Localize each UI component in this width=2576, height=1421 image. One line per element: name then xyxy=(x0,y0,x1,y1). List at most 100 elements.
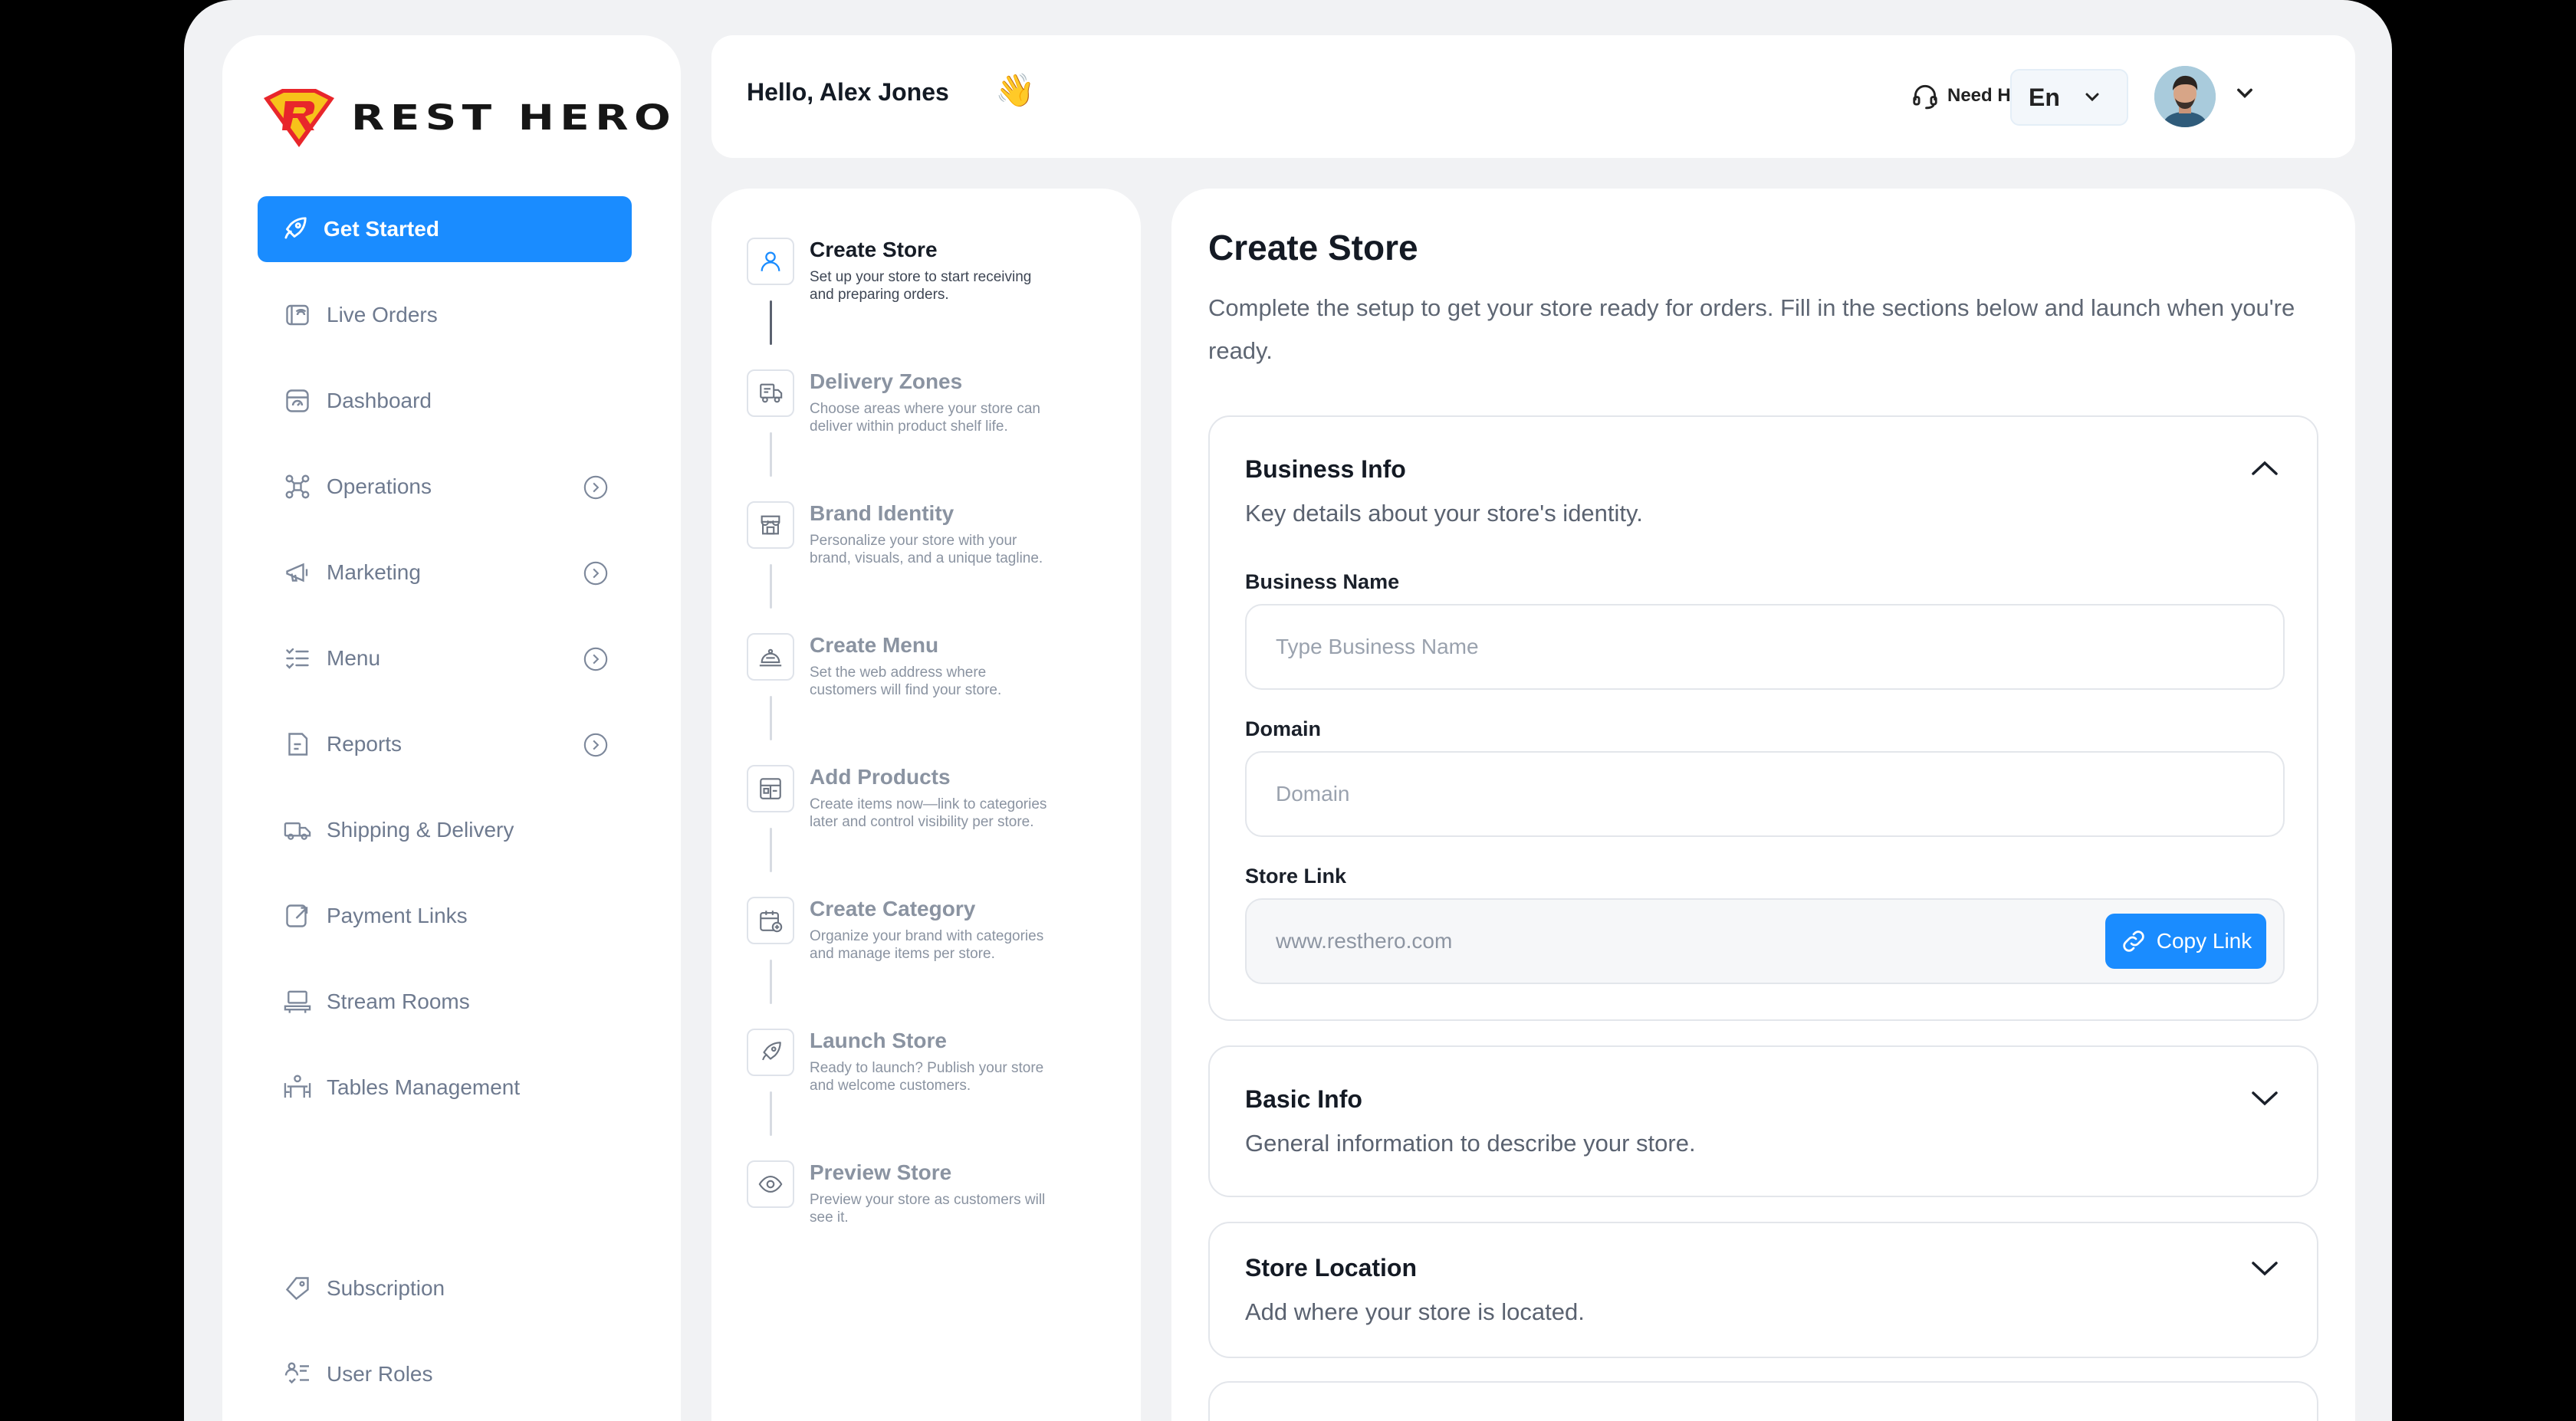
sidebar-item-operations[interactable]: Operations xyxy=(258,454,632,520)
step-connector xyxy=(770,1091,772,1136)
step-title: Create Store xyxy=(810,238,938,261)
domain-label: Domain xyxy=(1245,717,1322,740)
category-icon xyxy=(747,897,794,944)
business-name-label: Business Name xyxy=(1245,570,1400,593)
chevron-down-icon[interactable] xyxy=(2234,86,2256,101)
sidebar-item-label: Payment Links xyxy=(327,904,468,927)
truck-icon xyxy=(282,815,313,845)
step-title: Create Category xyxy=(810,897,976,921)
sidebar-item-label: User Roles xyxy=(327,1362,433,1386)
page-title: Create Store xyxy=(1208,228,1418,267)
setup-steps-panel: Create Store Set up your store to start … xyxy=(711,189,1141,1421)
language-select[interactable]: En xyxy=(2010,69,2128,126)
step-title: Launch Store xyxy=(810,1029,947,1052)
chevron-right-circle-icon[interactable] xyxy=(583,560,609,586)
chevron-right-circle-icon[interactable] xyxy=(583,732,609,758)
sidebar-item-payment-links[interactable]: Payment Links xyxy=(258,883,632,949)
live-orders-icon xyxy=(282,300,313,330)
section-subtitle: Key details about your store's identity. xyxy=(1245,500,1643,527)
step-description: Choose areas where your store can delive… xyxy=(810,401,1040,435)
sidebar-item-label: Shipping & Delivery xyxy=(327,818,514,842)
step-connector xyxy=(770,696,772,740)
page-subtitle: Complete the setup to get your store rea… xyxy=(1208,294,2295,364)
storefront-icon xyxy=(747,501,794,549)
store-link-value: www.resthero.com xyxy=(1276,929,1453,953)
copy-link-label: Copy Link xyxy=(2156,929,2252,953)
store-link-field: www.resthero.com Copy Link xyxy=(1245,898,2285,984)
user-avatar[interactable] xyxy=(2154,66,2216,127)
sidebar-item-get-started[interactable]: Get Started xyxy=(258,196,632,262)
step-connector xyxy=(770,828,772,872)
sidebar-item-label: Dashboard xyxy=(327,389,432,412)
next-section-card xyxy=(1208,1381,2318,1421)
chevron-down-icon[interactable] xyxy=(2249,1087,2280,1110)
step-connector xyxy=(770,432,772,477)
app-window: REST HERO Get Started Live Orders Dashbo… xyxy=(184,0,2392,1421)
step-description: Personalize your store with your brand, … xyxy=(810,533,1043,566)
chevron-right-circle-icon[interactable] xyxy=(583,646,609,672)
sidebar-item-stream-rooms[interactable]: Stream Rooms xyxy=(258,969,632,1035)
step-title: Brand Identity xyxy=(810,501,955,525)
sidebar-item-dashboard[interactable]: Dashboard xyxy=(258,368,632,434)
wave-emoji-icon: 👋 xyxy=(995,72,1036,108)
dashboard-icon xyxy=(282,386,313,416)
section-subtitle: General information to describe your sto… xyxy=(1245,1130,1696,1157)
business-name-input[interactable] xyxy=(1245,604,2285,690)
main-content: Create Store Complete the setup to get y… xyxy=(1171,189,2355,1421)
step-description: Preview your store as customers will see… xyxy=(810,1192,1046,1226)
step-description: Organize your brand with categories and … xyxy=(810,928,1044,962)
sidebar-item-live-orders[interactable]: Live Orders xyxy=(258,282,632,348)
rocket-icon xyxy=(279,214,310,244)
copy-link-button[interactable]: Copy Link xyxy=(2105,914,2266,969)
sidebar-item-label: Marketing xyxy=(327,560,421,584)
store-location-card[interactable]: Store Location Add where your store is l… xyxy=(1208,1222,2318,1358)
chevron-up-icon[interactable] xyxy=(2249,457,2280,480)
rocket-icon xyxy=(747,1029,794,1076)
tables-icon xyxy=(282,1072,313,1103)
step-title: Preview Store xyxy=(810,1160,952,1184)
sidebar-item-subscription[interactable]: Subscription xyxy=(258,1255,632,1321)
domain-input[interactable] xyxy=(1245,751,2285,837)
sidebar-item-tables[interactable]: Tables Management xyxy=(258,1055,632,1121)
step-title: Delivery Zones xyxy=(810,369,963,393)
user-roles-icon xyxy=(282,1359,313,1390)
section-title: Business Info xyxy=(1245,455,1406,483)
business-info-card: Business Info Key details about your sto… xyxy=(1208,415,2318,1021)
step-description: Set the web address where customers will… xyxy=(810,665,1002,698)
sidebar-item-marketing[interactable]: Marketing xyxy=(258,540,632,605)
sidebar-item-label: Reports xyxy=(327,732,402,756)
section-title: Basic Info xyxy=(1245,1085,1362,1113)
chevron-right-circle-icon[interactable] xyxy=(583,474,609,500)
tag-icon xyxy=(282,1273,313,1304)
step-connector xyxy=(770,564,772,609)
sidebar-item-label: Menu xyxy=(327,646,381,670)
sidebar-item-label: Stream Rooms xyxy=(327,989,470,1013)
chevron-down-icon xyxy=(2085,93,2099,102)
reports-icon xyxy=(282,729,313,760)
sidebar-item-menu[interactable]: Menu xyxy=(258,625,632,691)
sidebar-item-user-roles[interactable]: User Roles xyxy=(258,1341,632,1407)
sidebar-item-label: Get Started xyxy=(324,217,439,241)
sidebar-item-reports[interactable]: Reports xyxy=(258,711,632,777)
sidebar-item-label: Live Orders xyxy=(327,303,438,327)
user-icon xyxy=(747,238,794,285)
logo-emblem-icon xyxy=(264,89,334,147)
sidebar-item-label: Subscription xyxy=(327,1276,445,1300)
chevron-down-icon[interactable] xyxy=(2249,1257,2280,1280)
step-description: Ready to launch? Publish your store and … xyxy=(810,1060,1044,1094)
link-icon xyxy=(2123,930,2144,952)
sidebar-item-label: Tables Management xyxy=(327,1075,521,1099)
section-subtitle: Add where your store is located. xyxy=(1245,1298,1585,1325)
greeting-text: Hello, Alex Jones xyxy=(747,78,949,106)
brand-logo[interactable]: REST HERO xyxy=(259,86,671,149)
delivery-icon xyxy=(747,369,794,417)
brand-name: REST HERO xyxy=(351,97,677,138)
step-connector xyxy=(770,300,772,345)
basic-info-card[interactable]: Basic Info General information to descri… xyxy=(1208,1045,2318,1197)
top-header: Hello, Alex Jones 👋 Need Help? En xyxy=(711,35,2355,158)
cloche-icon xyxy=(747,633,794,681)
payment-link-icon xyxy=(282,901,313,931)
sidebar-item-shipping[interactable]: Shipping & Delivery xyxy=(258,797,632,863)
sidebar: REST HERO Get Started Live Orders Dashbo… xyxy=(222,35,681,1421)
step-connector xyxy=(770,960,772,1004)
